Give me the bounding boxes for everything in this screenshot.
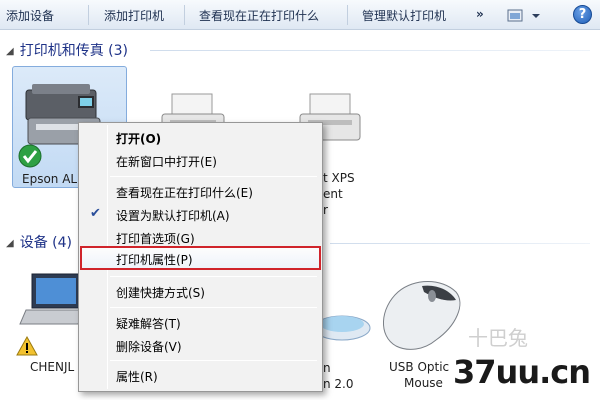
add-device-button[interactable]: 添加设备 [6,7,54,24]
printers-group-header[interactable]: ◢ 打印机和传真 (3) [6,40,128,60]
printer-label-xps: t XPS [323,171,355,185]
printers-group-title: 打印机和传真 (3) [19,43,128,59]
device-label-laptop: CHENJL [30,360,75,374]
toolbar-separator [347,5,348,25]
laptop-icon [19,273,84,325]
default-check-icon [18,144,42,168]
menu-item-open[interactable]: 打开(O) [116,130,161,147]
toolbar-separator [184,5,185,25]
printer-label-epson: Epson AL [22,172,78,186]
watermark-faint: 十巴兔 [468,326,528,350]
command-bar: 添加设备 添加打印机 查看现在正在打印什么 管理默认打印机 » ? [0,0,600,30]
device-label-mouse: USB Optic [389,360,450,374]
checkmark-icon: ✔ [90,206,101,221]
device-label-hub-line2: n 2.0 [323,377,354,391]
view-icon [507,9,540,22]
menu-item-remove-device[interactable]: 删除设备(V) [116,338,182,355]
menu-item-see-printing[interactable]: 查看现在正在打印什么(E) [116,184,253,201]
device-label-hub: n [323,361,331,375]
toolbar-separator [88,5,89,25]
collapse-triangle-icon: ◢ [6,46,14,57]
group-divider [330,243,590,244]
mouse-icon [383,281,461,350]
menu-item-set-default[interactable]: 设置为默认打印机(A) [116,207,230,224]
group-divider [150,50,590,51]
collapse-triangle-icon: ◢ [6,238,14,249]
menu-item-properties[interactable]: 属性(R) [116,368,158,385]
devices-group-header[interactable]: ◢ 设备 (4) [6,232,72,252]
see-printing-button[interactable]: 查看现在正在打印什么 [199,7,319,24]
menu-item-printing-preferences[interactable]: 打印首选项(G) [116,230,195,247]
device-label-mouse-line2: Mouse [404,376,443,390]
menu-item-printer-properties[interactable]: 打印机属性(P) [116,251,193,268]
menu-separator [110,360,317,361]
devices-group-title: 设备 (4) [19,235,72,251]
add-printer-button[interactable]: 添加打印机 [104,7,164,24]
menu-item-open-new-window[interactable]: 在新窗口中打开(E) [116,153,217,170]
change-view-button[interactable] [505,7,545,24]
warning-icon [16,336,38,356]
more-commands-button[interactable]: » [476,7,484,21]
printer-label-xps-line2: ent [323,187,343,201]
menu-separator [110,176,317,177]
menu-separator [110,307,317,308]
menu-separator [110,276,317,277]
manage-default-printer-button[interactable]: 管理默认打印机 [362,7,446,24]
menu-item-create-shortcut[interactable]: 创建快捷方式(S) [116,284,205,301]
printer-label-xps-line3: r [323,203,328,217]
help-button[interactable]: ? [573,5,592,24]
watermark-text: 37uu.cn [453,353,591,391]
menu-item-troubleshoot[interactable]: 疑难解答(T) [116,315,181,332]
